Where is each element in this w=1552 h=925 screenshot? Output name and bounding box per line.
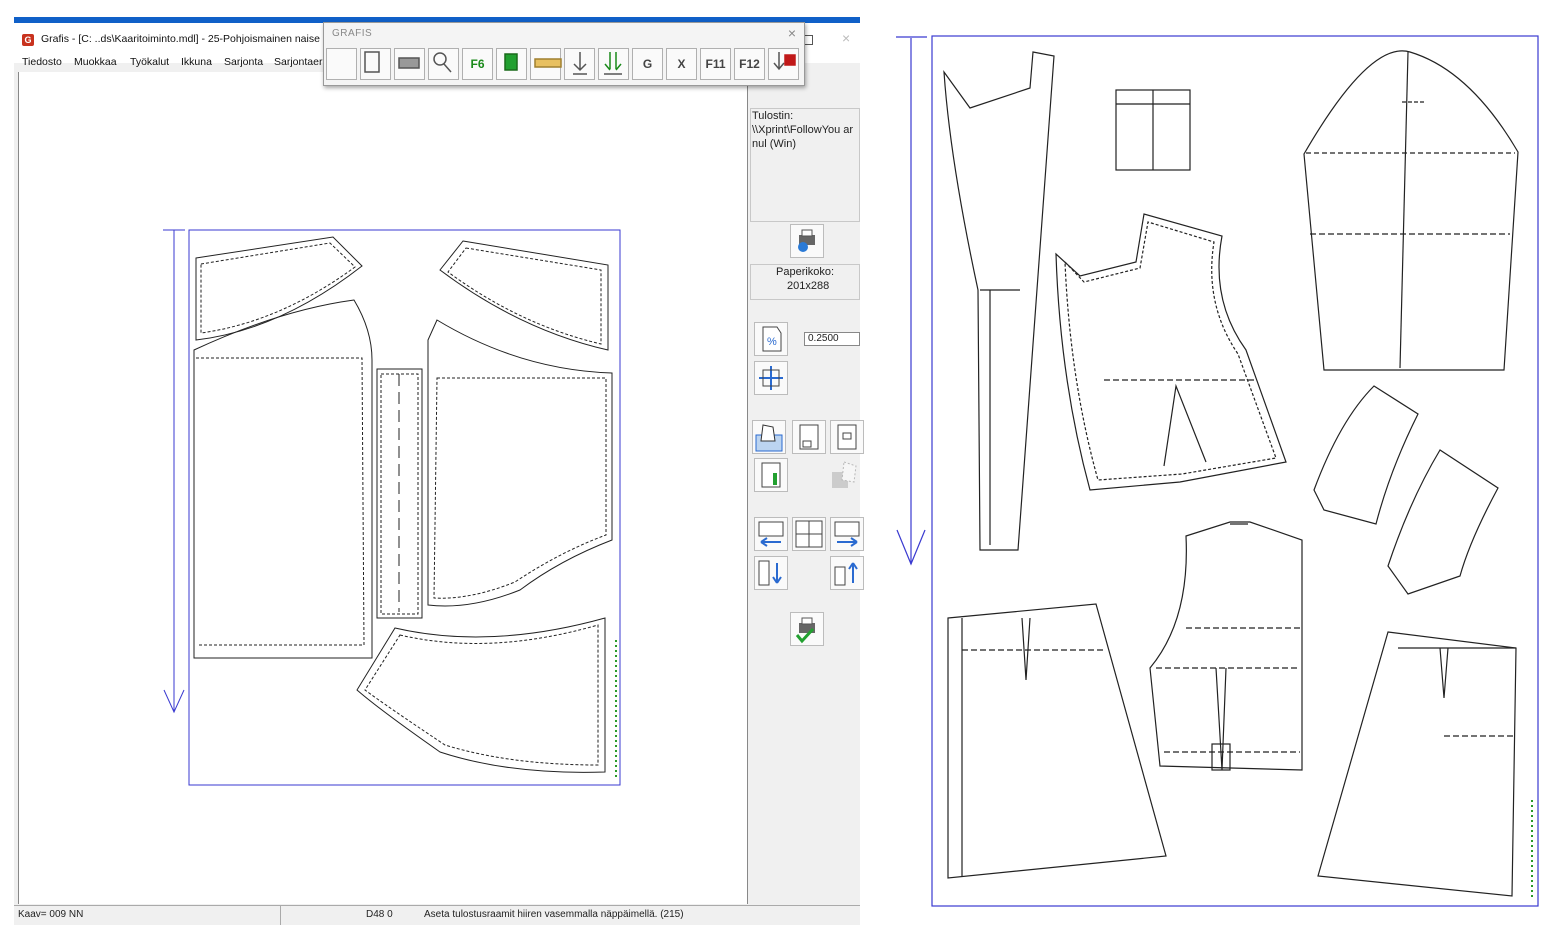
right-pattern-layout (896, 35, 1539, 907)
